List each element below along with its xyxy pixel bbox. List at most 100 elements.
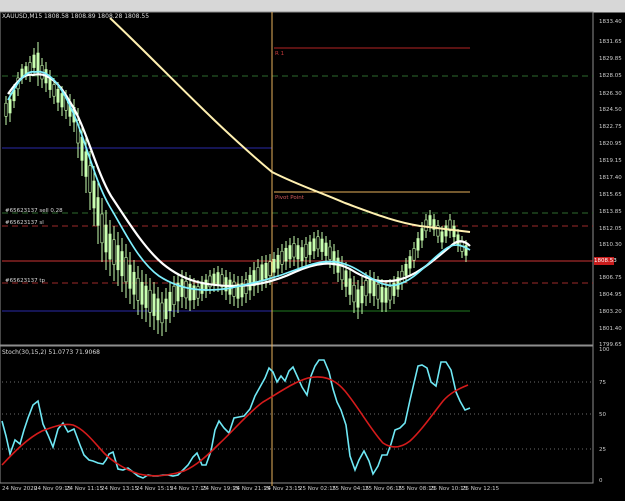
candle-body (4, 102, 8, 117)
candle-body (32, 54, 36, 68)
candle-body (320, 238, 324, 252)
candle-body (328, 246, 332, 260)
candle-body (452, 225, 456, 238)
candle-body (180, 279, 184, 297)
candle-body (56, 88, 60, 103)
candle-body (304, 243, 308, 258)
candle-body (8, 99, 12, 114)
time-tick: 24 Nov 2020 (2, 486, 38, 492)
price-tick: 1833.40 (599, 19, 622, 25)
candle-body (36, 52, 40, 74)
candle-body (312, 238, 316, 252)
candle-body (116, 245, 120, 271)
order-label-sell: #65623137 sell 0.28 (5, 208, 63, 214)
candle-body (424, 219, 428, 232)
price-tick: 1804.95 (599, 292, 622, 298)
price-tick: 1801.40 (599, 326, 622, 332)
candle-body (168, 291, 172, 312)
order-label-tp: #65623137 tp (5, 278, 45, 284)
candle-body (136, 277, 140, 301)
candle-body (88, 165, 92, 193)
price-tick: 1806.75 (599, 275, 622, 281)
candle-body (144, 285, 148, 308)
candle-body (364, 280, 368, 297)
price-tick: 1815.65 (599, 192, 622, 198)
time-tick: 24 Nov 15:15 (136, 486, 174, 492)
candle-body (260, 264, 264, 281)
candle-body (440, 231, 444, 243)
candle-body (276, 254, 280, 269)
candle-body (348, 278, 352, 295)
price-tick: 1828.05 (599, 73, 622, 79)
candle-body (60, 93, 64, 108)
current-price-badge: 1808.53 (594, 257, 617, 265)
price-tick: 1799.65 (599, 342, 622, 348)
candle-body (164, 298, 168, 320)
stoch-level-50: 50 (599, 412, 606, 418)
candle-body (308, 241, 312, 255)
time-tick: 25 Nov 06:15 (365, 486, 403, 492)
price-tick: 1803.20 (599, 309, 622, 315)
candle-body (360, 285, 364, 304)
price-tick: 1826.30 (599, 91, 622, 97)
candle-body (408, 256, 412, 269)
candle-body (216, 272, 220, 285)
candle-body (212, 273, 216, 286)
candle-body (188, 283, 192, 301)
candle-body (156, 298, 160, 321)
price-tick: 1820.95 (599, 141, 622, 147)
candle-body (444, 225, 448, 237)
time-tick: 25 Nov 04:15 (332, 486, 370, 492)
candle-body (104, 224, 108, 253)
candle-body (300, 247, 304, 262)
candle-body (268, 261, 272, 276)
candle-body (384, 287, 388, 303)
candle-body (368, 277, 372, 294)
candle-body (316, 236, 320, 250)
candle-body (416, 238, 420, 251)
candle-body (380, 286, 384, 303)
candle-body (412, 248, 416, 261)
stoch-title: Stoch(30,15,2) 51.0773 71.9068 (2, 349, 100, 356)
stoch-level-75: 75 (599, 380, 606, 386)
chart-title: XAUUSD,M15 1808.58 1808.89 1808.28 1808.… (2, 13, 150, 20)
pivot-point-label: Pivot Point (275, 195, 304, 201)
candle-body (256, 267, 260, 284)
candle-body (388, 286, 392, 301)
candle-body (344, 270, 348, 287)
candle-body (148, 289, 152, 313)
candle-body (108, 233, 112, 260)
chart-canvas[interactable]: 100 75 50 25 0 (0, 0, 625, 501)
candle-body (324, 242, 328, 256)
stoch-level-0: 0 (599, 478, 603, 484)
candle-body (92, 180, 96, 209)
candle-body (112, 239, 116, 265)
price-tick: 1831.65 (599, 39, 622, 45)
price-tick: 1819.15 (599, 158, 622, 164)
candle-body (160, 302, 164, 324)
price-tick: 1817.40 (599, 175, 622, 181)
candle-body (120, 251, 124, 277)
time-tick: 25 Nov 12:15 (462, 486, 500, 492)
price-tick: 1824.50 (599, 107, 622, 113)
price-tick: 1813.85 (599, 209, 622, 215)
candle-body (172, 285, 176, 306)
candle-body (84, 151, 88, 177)
time-tick: 24 Nov 11:15 (66, 486, 104, 492)
candle-body (280, 250, 284, 265)
candle-body (264, 262, 268, 279)
candle-body (232, 281, 236, 297)
candle-body (376, 283, 380, 300)
candle-body (196, 286, 200, 299)
candle-body (404, 263, 408, 276)
candle-body (52, 84, 56, 97)
candle-body (296, 245, 300, 260)
price-tick: 1810.30 (599, 242, 622, 248)
candle-body (96, 197, 100, 226)
price-tick: 1829.85 (599, 56, 622, 62)
candle-body (292, 243, 296, 258)
order-label-sl: #65623137 sl (5, 220, 44, 226)
price-tick: 1822.75 (599, 124, 622, 130)
chart-window[interactable]: 100 75 50 25 0 XAUUSD,M15 1808.58 1808.8… (0, 0, 625, 501)
candle-body (128, 264, 132, 289)
